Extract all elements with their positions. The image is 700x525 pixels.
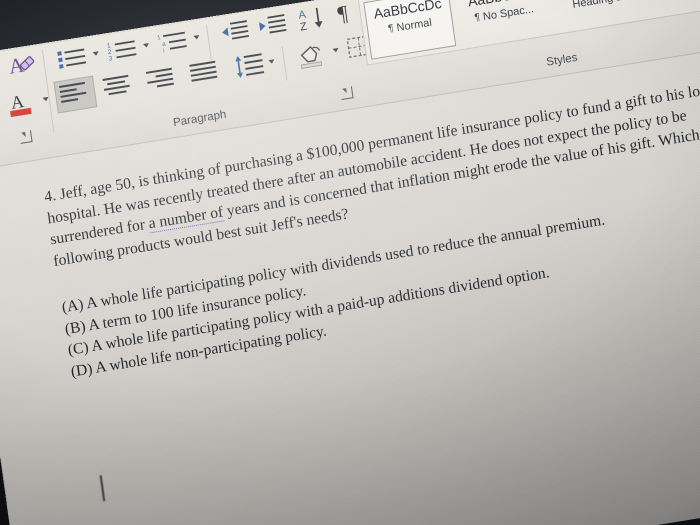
font-color-button[interactable]: A xyxy=(5,88,50,120)
decrease-indent-icon xyxy=(222,20,250,40)
align-center-button[interactable] xyxy=(100,72,135,101)
align-left-icon xyxy=(59,81,87,103)
align-right-icon xyxy=(145,67,174,88)
chevron-down-icon xyxy=(92,51,100,57)
align-left-button[interactable] xyxy=(53,75,98,114)
chevron-down-icon xyxy=(268,59,275,65)
clear-formatting-icon: A xyxy=(7,52,35,79)
word-application-window: Optional... Search yout References Maili… xyxy=(0,0,700,525)
svg-text:a: a xyxy=(162,41,167,48)
photo-scene: Optional... Search yout References Maili… xyxy=(0,0,700,525)
align-right-button[interactable] xyxy=(144,65,179,94)
paragraph-dialog-launcher[interactable] xyxy=(340,86,354,101)
decrease-indent-button[interactable] xyxy=(220,18,251,44)
numbering-button[interactable]: 1 2 3 xyxy=(106,36,150,63)
style-label: Heading 1 xyxy=(571,0,623,11)
bullet-list-icon xyxy=(57,48,87,69)
shading-button[interactable] xyxy=(296,40,339,71)
sort-az-icon: A Z xyxy=(298,7,323,34)
font-dialog-launcher[interactable] xyxy=(19,130,33,144)
chevron-down-icon xyxy=(143,43,150,49)
svg-text:1: 1 xyxy=(157,35,162,42)
sort-button[interactable]: A Z xyxy=(296,3,329,34)
line-spacing-button[interactable] xyxy=(233,51,275,80)
numbered-list-icon: 1 2 3 xyxy=(106,40,137,63)
chevron-down-icon xyxy=(332,47,339,53)
style-item-normal[interactable]: AaBbCcDc ¶ Normal xyxy=(363,0,457,60)
group-divider xyxy=(281,46,288,81)
style-item-no-spacing[interactable]: AaBbCcDc ¶ No Spac... xyxy=(454,0,550,27)
styles-group-label: Styles xyxy=(545,51,579,69)
shading-icon xyxy=(300,45,323,69)
increase-indent-button[interactable] xyxy=(257,12,288,38)
style-item-heading-1[interactable]: AaBbC Heading 1 xyxy=(549,0,642,14)
group-divider xyxy=(205,24,212,61)
clear-formatting-button[interactable]: A xyxy=(6,49,39,80)
show-formatting-marks-icon: ¶ xyxy=(335,0,350,27)
svg-text:Z: Z xyxy=(299,21,308,34)
increase-indent-icon xyxy=(259,14,287,34)
multilevel-list-button[interactable]: 1 a i xyxy=(157,28,200,55)
multilevel-list-icon: 1 a i xyxy=(157,31,187,54)
align-center-icon xyxy=(102,74,130,96)
justify-icon xyxy=(189,60,218,82)
chevron-down-icon xyxy=(193,34,200,40)
tab-references[interactable]: References xyxy=(7,7,85,36)
line-spacing-icon xyxy=(235,53,265,78)
show-formatting-marks-button[interactable]: ¶ xyxy=(336,0,349,27)
font-color-icon: A xyxy=(10,91,32,118)
justify-button[interactable] xyxy=(187,58,222,87)
tab-mailings[interactable]: Mailings xyxy=(131,0,188,16)
paragraph-group-label: Paragraph xyxy=(172,108,228,130)
bullets-button[interactable] xyxy=(56,44,100,71)
group-divider xyxy=(41,49,55,133)
svg-text:3: 3 xyxy=(108,55,113,63)
svg-text:i: i xyxy=(163,48,165,54)
text-cursor xyxy=(99,475,105,502)
